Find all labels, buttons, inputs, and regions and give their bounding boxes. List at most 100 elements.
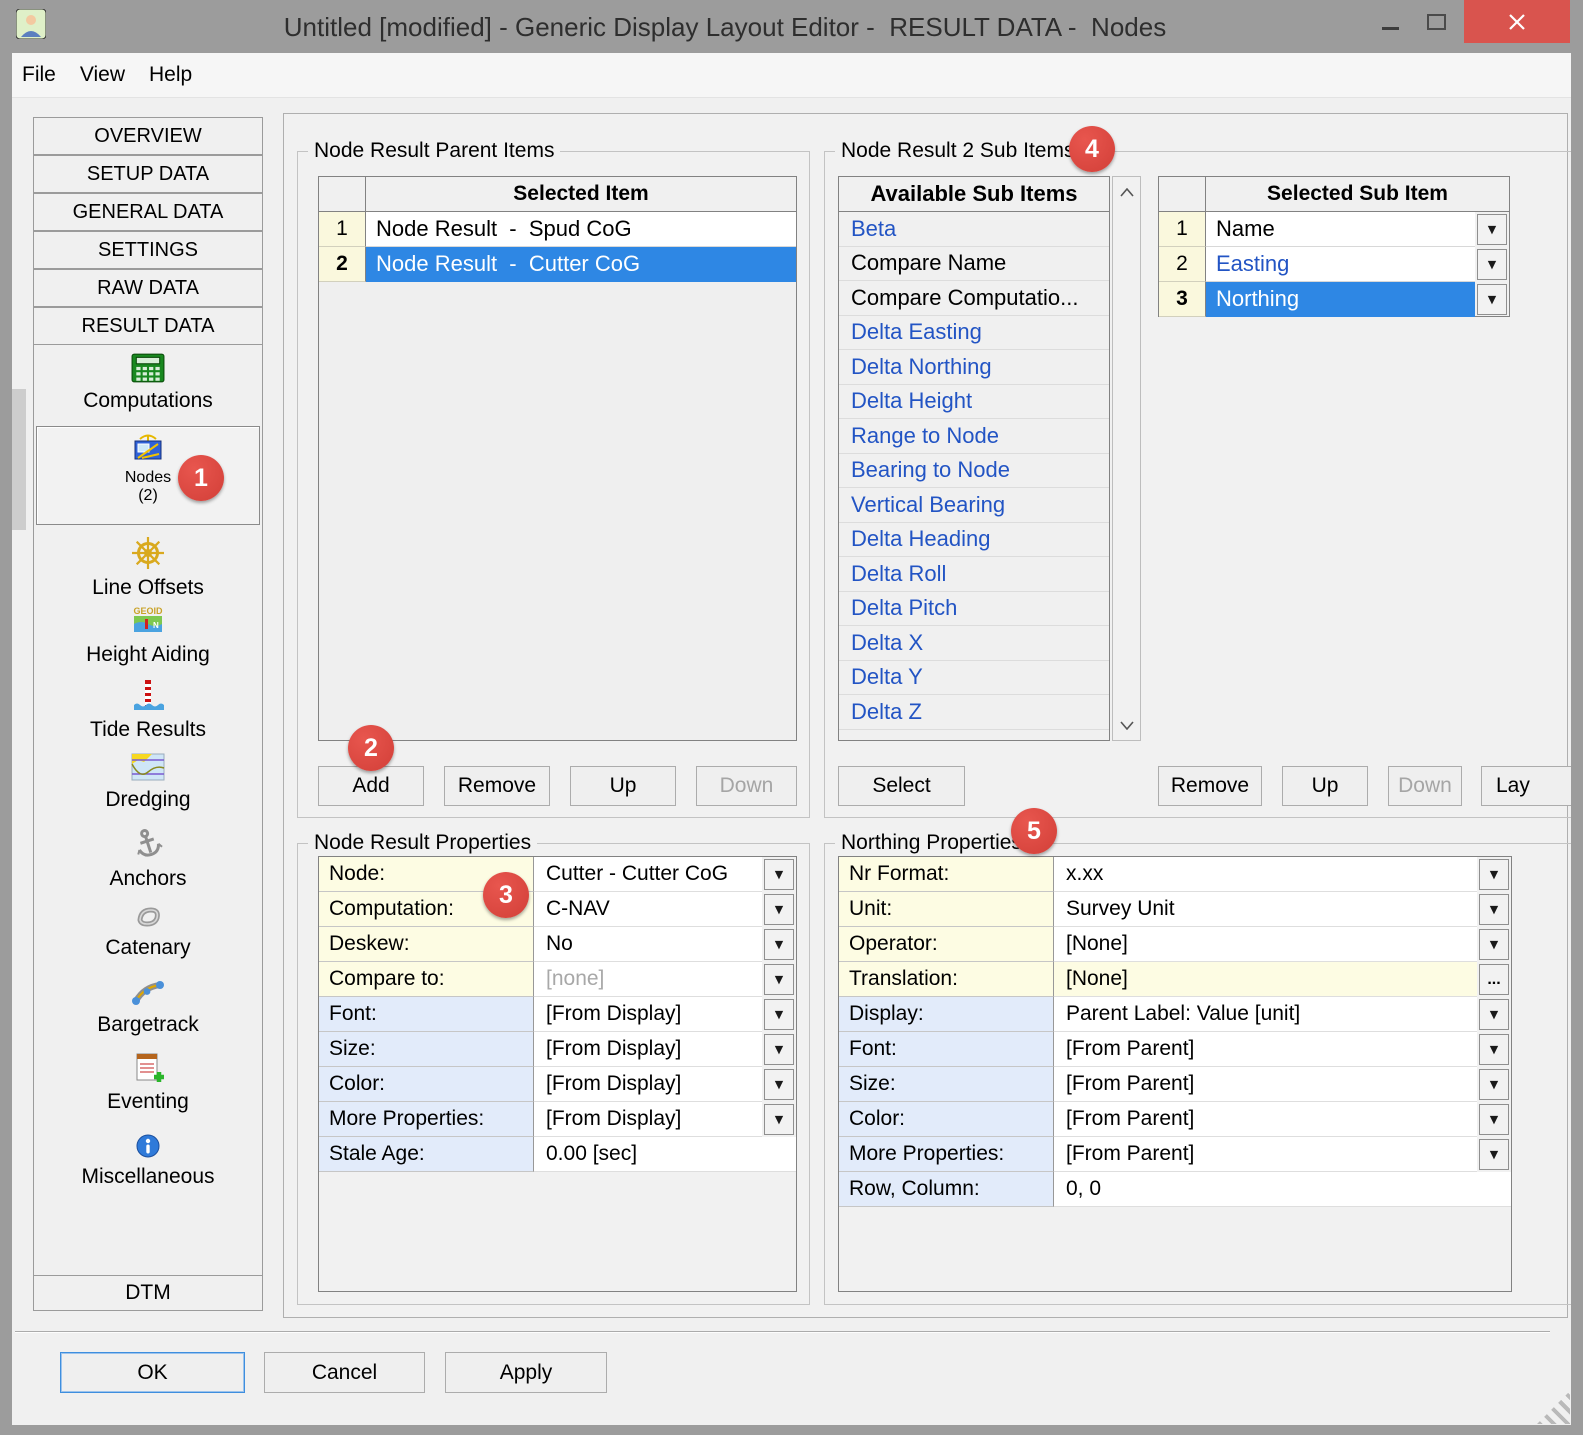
- scrollbar[interactable]: [1112, 176, 1141, 741]
- list-item[interactable]: Delta Pitch: [839, 592, 1109, 627]
- property-value[interactable]: [From Display]: [534, 1032, 762, 1067]
- chevron-down-icon[interactable]: ▼: [764, 999, 794, 1030]
- table-row-selected[interactable]: 3 Northing ▼: [1159, 282, 1509, 317]
- sidebar-item-miscellaneous[interactable]: Miscellaneous: [34, 1133, 262, 1189]
- list-item[interactable]: Delta Heading: [839, 523, 1109, 558]
- scroll-down-icon[interactable]: [1113, 710, 1140, 740]
- table-row-selected[interactable]: 2 Node Result - Cutter CoG: [319, 247, 796, 282]
- chevron-down-icon[interactable]: ▼: [764, 894, 794, 925]
- property-value[interactable]: 0, 0: [1054, 1172, 1477, 1207]
- chevron-down-icon[interactable]: ▼: [764, 859, 794, 890]
- list-item[interactable]: Bearing to Node: [839, 454, 1109, 489]
- list-item[interactable]: Delta Roll: [839, 557, 1109, 592]
- sidebar-item-dredging[interactable]: Dredging: [34, 752, 262, 812]
- scroll-up-icon[interactable]: [1113, 177, 1140, 207]
- sidebar-item-overview[interactable]: OVERVIEW: [33, 117, 263, 155]
- sidebar-item-bargetrack[interactable]: Bargetrack: [34, 977, 262, 1037]
- remove-sub-button[interactable]: Remove: [1158, 766, 1262, 806]
- property-value[interactable]: Parent Label: Value [unit]: [1054, 997, 1477, 1032]
- close-button[interactable]: [1464, 0, 1570, 43]
- sidebar-item-settings[interactable]: SETTINGS: [33, 231, 263, 269]
- chevron-down-icon[interactable]: ▼: [764, 929, 794, 960]
- maximize-button[interactable]: [1414, 0, 1458, 43]
- list-item[interactable]: Beta: [839, 212, 1109, 247]
- list-item[interactable]: Delta Z: [839, 695, 1109, 730]
- chevron-down-icon[interactable]: ▼: [764, 1034, 794, 1065]
- table-row[interactable]: 1 Name ▼: [1159, 212, 1509, 247]
- chevron-down-icon[interactable]: ▼: [1479, 859, 1509, 890]
- row-text[interactable]: Node Result - Cutter CoG: [366, 247, 796, 282]
- menu-file[interactable]: File: [12, 53, 68, 97]
- chevron-down-icon[interactable]: ▼: [764, 1104, 794, 1135]
- property-value[interactable]: [none]: [534, 962, 762, 997]
- property-value[interactable]: [From Parent]: [1054, 1137, 1477, 1172]
- property-value[interactable]: Cutter - Cutter CoG: [534, 857, 762, 892]
- list-item[interactable]: Compare Computatio...: [839, 281, 1109, 316]
- remove-button[interactable]: Remove: [444, 766, 550, 806]
- property-value[interactable]: Survey Unit: [1054, 892, 1477, 927]
- chevron-down-icon[interactable]: ▼: [1477, 249, 1507, 280]
- sidebar-item-general-data[interactable]: GENERAL DATA: [33, 193, 263, 231]
- menu-view[interactable]: View: [68, 53, 137, 97]
- property-value[interactable]: 0.00 [sec]: [534, 1137, 762, 1172]
- property-value[interactable]: [From Display]: [534, 1102, 762, 1137]
- sidebar-item-eventing[interactable]: Eventing: [34, 1050, 262, 1114]
- chevron-down-icon[interactable]: ▼: [1479, 894, 1509, 925]
- property-value[interactable]: C-NAV: [534, 892, 762, 927]
- sidebar-item-height-aiding[interactable]: GEOIDN Height Aiding: [34, 605, 262, 667]
- sidebar-item-tide-results[interactable]: Tide Results: [34, 678, 262, 742]
- list-item[interactable]: Delta Easting: [839, 316, 1109, 351]
- chevron-down-icon[interactable]: ▼: [1477, 214, 1507, 245]
- sidebar-item-dtm[interactable]: DTM: [34, 1275, 262, 1310]
- row-text[interactable]: Name: [1206, 212, 1475, 247]
- property-value[interactable]: [From Parent]: [1054, 1067, 1477, 1102]
- property-value[interactable]: x.xx: [1054, 857, 1477, 892]
- sidebar-item-catenary[interactable]: Catenary: [34, 902, 262, 960]
- chevron-down-icon[interactable]: ▼: [1479, 1034, 1509, 1065]
- list-item[interactable]: Vertical Bearing: [839, 488, 1109, 523]
- chevron-down-icon[interactable]: ▼: [764, 964, 794, 995]
- property-value[interactable]: [From Display]: [534, 1067, 762, 1102]
- sidebar-item-nodes[interactable]: Nodes (2): [36, 426, 260, 525]
- layout-button[interactable]: Lay: [1481, 766, 1575, 806]
- list-item[interactable]: Delta Y: [839, 661, 1109, 696]
- row-text[interactable]: Easting: [1206, 247, 1475, 282]
- row-text[interactable]: Node Result - Spud CoG: [366, 212, 796, 247]
- property-value[interactable]: [From Display]: [534, 997, 762, 1032]
- sidebar-item-computations[interactable]: Computations: [34, 353, 262, 413]
- sidebar-item-line-offsets[interactable]: Line Offsets: [34, 536, 262, 600]
- sidebar-item-setup-data[interactable]: SETUP DATA: [33, 155, 263, 193]
- table-row[interactable]: 2 Easting ▼: [1159, 247, 1509, 282]
- table-row[interactable]: 1 Node Result - Spud CoG: [319, 212, 796, 247]
- property-value[interactable]: [None]: [1054, 962, 1477, 997]
- sidebar-item-result-data[interactable]: RESULT DATA: [33, 307, 263, 345]
- select-button[interactable]: Select: [838, 766, 965, 806]
- apply-button[interactable]: Apply: [445, 1352, 607, 1393]
- sidebar-item-raw-data[interactable]: RAW DATA: [33, 269, 263, 307]
- row-text[interactable]: Northing: [1206, 282, 1475, 317]
- chevron-down-icon[interactable]: ▼: [1479, 929, 1509, 960]
- list-item[interactable]: Compare Name: [839, 247, 1109, 282]
- property-value[interactable]: [None]: [1054, 927, 1477, 962]
- chevron-down-icon[interactable]: ▼: [764, 1069, 794, 1100]
- sidebar-item-anchors[interactable]: Anchors: [34, 827, 262, 891]
- cancel-button[interactable]: Cancel: [264, 1352, 425, 1393]
- property-value[interactable]: [From Parent]: [1054, 1032, 1477, 1067]
- minimize-button[interactable]: [1368, 0, 1412, 43]
- ok-button[interactable]: OK: [60, 1352, 245, 1393]
- list-item[interactable]: Delta X: [839, 626, 1109, 661]
- chevron-down-icon[interactable]: ▼: [1479, 999, 1509, 1030]
- list-item[interactable]: Range to Node: [839, 419, 1109, 454]
- add-button[interactable]: Add: [318, 766, 424, 806]
- up-button[interactable]: Up: [570, 766, 676, 806]
- ellipsis-button[interactable]: ...: [1479, 964, 1509, 995]
- chevron-down-icon[interactable]: ▼: [1479, 1069, 1509, 1100]
- menu-help[interactable]: Help: [137, 53, 204, 97]
- list-item[interactable]: Delta Northing: [839, 350, 1109, 385]
- up-sub-button[interactable]: Up: [1282, 766, 1368, 806]
- list-item[interactable]: Delta Height: [839, 385, 1109, 420]
- chevron-down-icon[interactable]: ▼: [1477, 284, 1507, 315]
- chevron-down-icon[interactable]: ▼: [1479, 1104, 1509, 1135]
- chevron-down-icon[interactable]: ▼: [1479, 1139, 1509, 1170]
- property-value[interactable]: [From Parent]: [1054, 1102, 1477, 1137]
